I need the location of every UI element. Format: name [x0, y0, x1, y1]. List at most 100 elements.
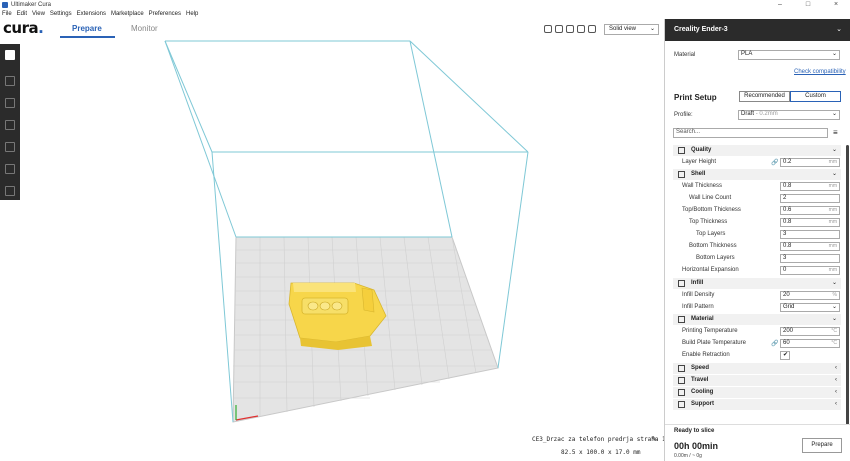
- menu-help[interactable]: Help: [186, 10, 198, 19]
- settings-search-input[interactable]: Search...: [673, 128, 828, 138]
- settings-visibility-menu-icon[interactable]: ≡: [833, 128, 838, 137]
- top-view-icon[interactable]: [566, 25, 574, 33]
- link-icon: 🔗: [771, 160, 779, 166]
- menu-marketplace[interactable]: Marketplace: [111, 10, 144, 19]
- bottom-thickness-value: 0.8: [783, 243, 792, 249]
- menu-preferences[interactable]: Preferences: [149, 10, 181, 19]
- right-view-icon[interactable]: [588, 25, 596, 33]
- printer-selector[interactable]: Creality Ender-3 ⌄: [665, 19, 850, 41]
- edit-name-icon[interactable]: ✎: [651, 435, 657, 443]
- scale-tool[interactable]: [0, 92, 20, 114]
- view-type-select[interactable]: Solid view ⌄: [604, 24, 659, 35]
- infill-density-input[interactable]: 20%: [780, 291, 840, 300]
- minimize-button[interactable]: –: [766, 0, 794, 10]
- setting-build-plate-temperature: Build Plate Temperature 🔗 60 °C: [673, 338, 841, 350]
- bottom-thickness-unit: mm: [828, 243, 837, 249]
- category-quality[interactable]: Quality ⌄: [673, 145, 841, 156]
- checkmark-icon: ✔: [783, 352, 789, 358]
- bottom-thickness-input[interactable]: 0.8 mm: [780, 242, 840, 251]
- layer-height-input[interactable]: 0.2 mm: [780, 158, 840, 167]
- horizontal-expansion-value: 0: [783, 267, 787, 273]
- support-blocker-icon: [5, 186, 15, 196]
- per-model-settings-tool[interactable]: [0, 158, 20, 180]
- chevron-left-icon: ‹: [835, 365, 837, 371]
- menu-edit[interactable]: Edit: [17, 10, 27, 19]
- close-button[interactable]: ×: [822, 0, 850, 10]
- category-support-label: Support: [691, 401, 714, 407]
- enable-retraction-label: Enable Retraction: [682, 352, 730, 358]
- setting-infill-density: Infill Density 20%: [673, 290, 841, 302]
- wall-thickness-label: Wall Thickness: [682, 183, 723, 189]
- category-material[interactable]: Material ⌄: [673, 314, 841, 325]
- maximize-button[interactable]: □: [794, 0, 822, 10]
- mirror-tool[interactable]: [0, 136, 20, 158]
- infill-pattern-label: Infill Pattern: [682, 304, 714, 310]
- wall-thickness-input[interactable]: 0.8 mm: [780, 182, 840, 191]
- 3d-viewport[interactable]: [0, 40, 663, 430]
- printing-temperature-input[interactable]: 200 °C: [780, 327, 840, 336]
- enable-retraction-checkbox[interactable]: ✔: [780, 351, 790, 360]
- setting-wall-line-count: Wall Line Count 2: [673, 193, 841, 205]
- mirror-icon: [5, 142, 15, 152]
- menu-settings[interactable]: Settings: [50, 10, 72, 19]
- category-support[interactable]: Support ‹: [673, 399, 841, 410]
- build-plate-temperature-input[interactable]: 60 °C: [780, 339, 840, 348]
- menu-extensions[interactable]: Extensions: [77, 10, 106, 19]
- infill-density-value: 20: [783, 292, 790, 298]
- tab-prepare[interactable]: Prepare: [72, 24, 102, 33]
- rotate-tool[interactable]: [0, 114, 20, 136]
- wall-line-count-input[interactable]: 2: [780, 194, 840, 203]
- build-plate-temperature-label: Build Plate Temperature: [682, 340, 746, 346]
- move-tool[interactable]: [0, 70, 20, 92]
- printing-temperature-label: Printing Temperature: [682, 328, 738, 334]
- menu-file[interactable]: File: [2, 10, 12, 19]
- cura-app-icon: [2, 2, 8, 8]
- top-layers-input[interactable]: 3: [780, 230, 840, 239]
- 3d-view-icon[interactable]: [544, 25, 552, 33]
- chevron-down-icon: ⌄: [831, 304, 837, 310]
- logo-dot: .: [38, 19, 44, 37]
- chevron-down-icon: ⌄: [831, 316, 837, 322]
- menu-view[interactable]: View: [32, 10, 45, 19]
- left-view-icon[interactable]: [577, 25, 585, 33]
- profile-select[interactable]: Draft - 0.2mm ⌄: [738, 110, 840, 120]
- top-bottom-thickness-label: Top/Bottom Thickness: [682, 207, 741, 213]
- settings-scrollbar[interactable]: [846, 145, 849, 425]
- build-plate-temperature-unit: °C: [831, 340, 837, 346]
- infill-pattern-select[interactable]: Grid ⌄: [780, 303, 840, 312]
- prepare-button[interactable]: Prepare: [802, 438, 842, 453]
- infill-icon: [678, 280, 685, 287]
- material-label: Material: [674, 52, 696, 58]
- recommended-button[interactable]: Recommended: [739, 91, 790, 102]
- open-file-button[interactable]: [0, 44, 20, 66]
- chevron-down-icon: ⌄: [831, 280, 837, 286]
- category-travel[interactable]: Travel ‹: [673, 375, 841, 386]
- chevron-left-icon: ‹: [835, 389, 837, 395]
- top-bottom-thickness-input[interactable]: 0.6 mm: [780, 206, 840, 215]
- tab-monitor[interactable]: Monitor: [131, 24, 158, 33]
- material-value: PLA: [741, 51, 753, 57]
- cura-logo: cura.: [3, 19, 44, 37]
- material-select[interactable]: PLA ⌄: [738, 50, 840, 60]
- top-thickness-label: Top Thickness: [689, 219, 728, 225]
- profile-value: Draft: [741, 111, 755, 117]
- category-infill[interactable]: Infill ⌄: [673, 278, 841, 289]
- top-layers-label: Top Layers: [696, 231, 726, 237]
- travel-icon: [678, 377, 685, 384]
- support-blocker-tool[interactable]: [0, 180, 20, 202]
- category-cooling[interactable]: Cooling ‹: [673, 387, 841, 398]
- category-quality-label: Quality: [691, 147, 712, 153]
- category-speed[interactable]: Speed ‹: [673, 363, 841, 374]
- custom-button[interactable]: Custom: [790, 91, 841, 102]
- category-speed-label: Speed: [691, 365, 710, 371]
- top-thickness-input[interactable]: 0.8 mm: [780, 218, 840, 227]
- object-dimensions: 82.5 x 100.0 x 17.0 mm: [561, 449, 641, 456]
- check-compatibility-link[interactable]: Check compatibility: [794, 69, 846, 75]
- setting-horizontal-expansion: Horizontal Expansion 0 mm: [673, 265, 841, 277]
- bottom-layers-input[interactable]: 3: [780, 254, 840, 263]
- layer-height-unit: mm: [828, 159, 837, 165]
- front-view-icon[interactable]: [555, 25, 563, 33]
- category-shell[interactable]: Shell ⌄: [673, 169, 841, 180]
- category-material-label: Material: [691, 316, 714, 322]
- horizontal-expansion-input[interactable]: 0 mm: [780, 266, 840, 275]
